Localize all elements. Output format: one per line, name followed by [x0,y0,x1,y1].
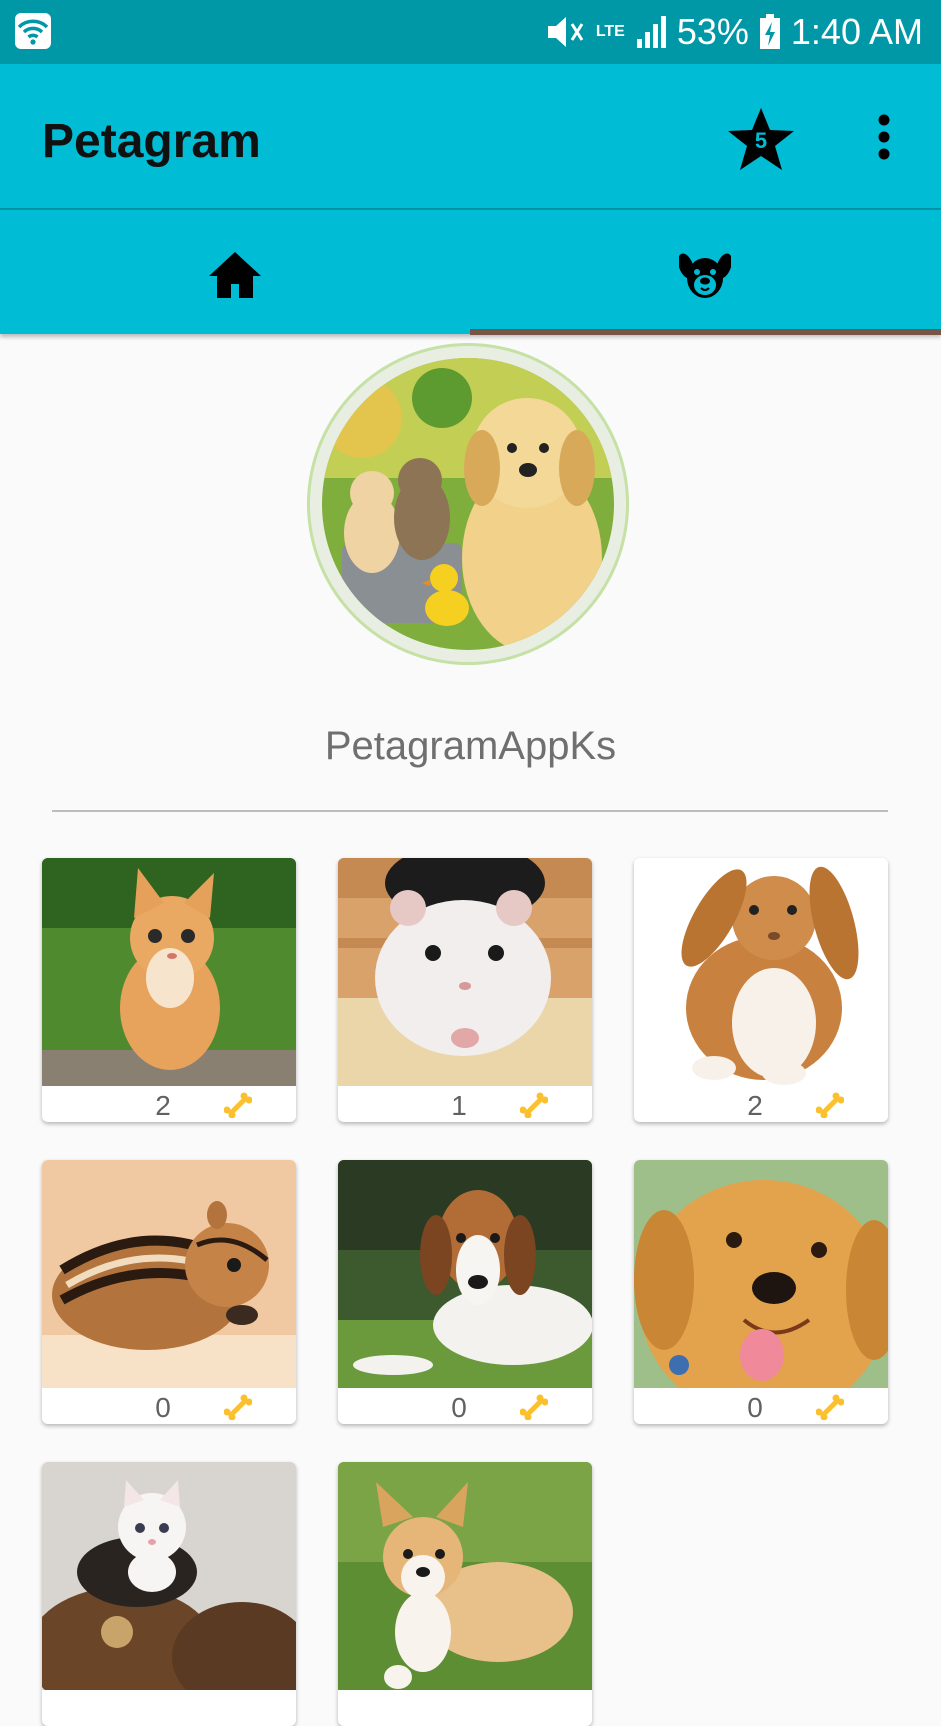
pet-card[interactable]: 0 [42,1160,296,1424]
pet-card[interactable] [42,1462,296,1726]
pet-card-footer [338,1690,592,1726]
pet-photo [338,1462,592,1690]
pet-card-footer [42,1690,296,1726]
status-bar: LTE 53% 1:40 AM [0,0,941,64]
pet-card-footer: 2 [634,1086,888,1122]
bone-icon[interactable] [224,1092,252,1118]
battery-charging-icon [759,14,780,49]
bone-icon[interactable] [816,1092,844,1118]
pet-card[interactable]: 1 [338,858,592,1122]
more-vert-icon[interactable] [866,112,902,162]
tab-pet-profile[interactable] [470,210,940,334]
favorites-button[interactable]: 5 [726,106,796,172]
pet-photo [338,1160,592,1388]
pet-card-footer: 2 [42,1086,296,1122]
dog-face-icon [679,253,731,298]
pet-photo [42,1462,296,1690]
pet-card-footer: 0 [338,1388,592,1424]
tab-bar [0,210,941,334]
wifi-icon [15,13,51,49]
pet-card[interactable]: 2 [42,858,296,1122]
pet-card-footer: 0 [634,1388,888,1424]
mute-icon [547,17,584,47]
pet-photo [42,858,296,1086]
profile-avatar [307,343,629,665]
tab-home[interactable] [0,210,470,334]
app-title: Petagram [42,115,261,168]
bone-icon[interactable] [520,1394,548,1420]
pet-card-footer: 0 [42,1388,296,1424]
favorites-count: 5 [754,128,768,153]
pet-photo [338,858,592,1086]
clock: 1:40 AM [790,11,923,52]
divider [52,810,888,812]
pet-card[interactable]: 0 [338,1160,592,1424]
signal-icon [636,16,666,48]
pet-photo [42,1160,296,1388]
pet-card[interactable]: 2 [634,858,888,1122]
pet-card[interactable] [338,1462,592,1726]
pet-photo [634,1160,888,1388]
bone-icon[interactable] [816,1394,844,1420]
pet-card-footer: 1 [338,1086,592,1122]
pet-card[interactable]: 0 [634,1160,888,1424]
battery-percent: 53% [676,11,749,52]
pet-photo [634,858,888,1086]
bone-icon[interactable] [520,1092,548,1118]
bone-icon[interactable] [224,1394,252,1420]
app-toolbar: Petagram 5 [0,64,941,208]
tab-indicator [470,329,941,335]
lte-label: LTE [595,23,625,40]
avatar-photo [322,358,614,650]
profile-name: PetagramAppKs [324,724,617,768]
home-icon [209,252,261,298]
